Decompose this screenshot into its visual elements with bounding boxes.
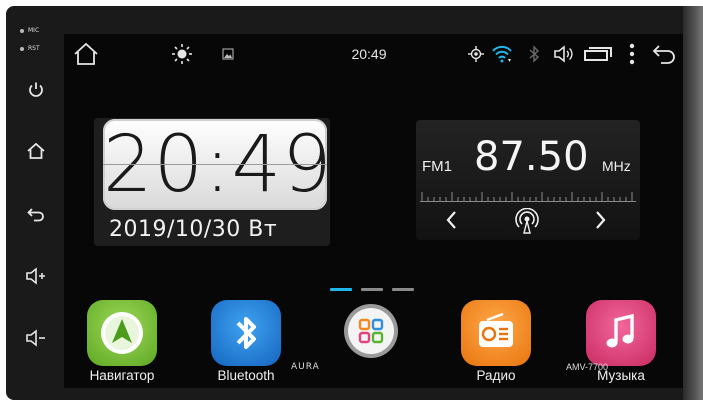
window-button[interactable] <box>582 42 614 66</box>
page-dot[interactable] <box>361 288 383 291</box>
navigation-icon <box>87 300 157 366</box>
radio-widget[interactable]: FM1 87.50 MHz <box>416 120 640 240</box>
app-navigator[interactable]: Навигатор <box>87 300 157 383</box>
gallery-button[interactable] <box>218 42 238 66</box>
radio-scan-button[interactable] <box>512 207 542 234</box>
home-icon <box>27 142 45 159</box>
back-icon <box>27 208 44 222</box>
wifi-indicator <box>490 42 514 66</box>
volume-up-icon <box>26 267 45 285</box>
app-drawer[interactable] <box>336 300 406 366</box>
clock-face: 20:49 <box>103 119 333 210</box>
head-unit: MIC RST 20:49 20:49 2019/10/30 Вт FM1 87… <box>6 6 703 400</box>
page-dot-active[interactable] <box>330 288 352 291</box>
status-time: 20:49 <box>351 46 387 62</box>
radio-next-button[interactable] <box>592 210 612 232</box>
power-icon <box>29 82 43 97</box>
app-label: Радио <box>476 368 516 383</box>
menu-button[interactable] <box>626 42 638 66</box>
app-label: Навигатор <box>89 368 155 383</box>
radio-icon <box>461 300 531 366</box>
apps-grid-icon <box>336 300 406 366</box>
hw-back-button[interactable] <box>22 202 50 226</box>
reset-label[interactable]: RST <box>28 45 40 52</box>
radio-frequency: 87.50 <box>474 134 589 180</box>
wifi-icon <box>492 45 512 63</box>
app-bluetooth[interactable]: Bluetooth <box>211 300 281 383</box>
volume-down-icon <box>26 329 45 347</box>
home-icon <box>74 42 98 65</box>
gps-indicator <box>466 42 486 66</box>
app-music[interactable]: Музыка <box>586 300 656 383</box>
status-bar: 20:49 <box>64 34 683 74</box>
radio-unit: MHz <box>602 158 631 174</box>
brand-logo: AURA <box>291 362 320 372</box>
menu-icon <box>629 43 635 65</box>
bluetooth-icon <box>211 300 281 366</box>
radio-band: FM1 <box>422 158 452 175</box>
clock-date: 2019/10/30 Вт <box>109 217 278 242</box>
chevron-right-icon <box>596 211 606 229</box>
reset-indicator <box>20 47 24 51</box>
app-label: Bluetooth <box>217 368 275 383</box>
frequency-scale <box>420 192 636 202</box>
android-screen: 20:49 20:49 2019/10/30 Вт FM1 87.50 MHz … <box>64 34 683 388</box>
back-icon <box>652 45 675 64</box>
volume-button[interactable] <box>552 42 576 66</box>
page-dot[interactable] <box>392 288 414 291</box>
mic-label: MIC <box>28 27 40 34</box>
gallery-icon <box>222 48 234 60</box>
music-icon <box>586 300 656 366</box>
bluetooth-indicator <box>526 42 542 66</box>
page-indicator <box>330 288 420 294</box>
bluetooth-icon <box>529 45 540 63</box>
home-button[interactable] <box>72 42 100 66</box>
app-radio[interactable]: Радио <box>461 300 531 383</box>
radio-prev-button[interactable] <box>444 210 464 232</box>
volume-up-button[interactable] <box>22 264 50 288</box>
power-button[interactable] <box>22 78 50 102</box>
volume-down-button[interactable] <box>22 326 50 350</box>
antenna-icon <box>515 207 539 234</box>
back-button[interactable] <box>650 42 678 66</box>
brightness-icon <box>172 44 192 64</box>
clock-time: 20:49 <box>103 120 333 210</box>
volume-icon <box>554 45 573 63</box>
mic-indicator <box>20 29 24 33</box>
bezel-edge <box>683 6 703 400</box>
chevron-left-icon <box>446 211 456 229</box>
clock-flip-divider <box>103 164 327 165</box>
gps-icon <box>468 46 484 62</box>
hardware-side-panel: MIC RST <box>6 6 64 400</box>
hw-home-button[interactable] <box>22 139 50 163</box>
model-label: AMV-7700 <box>566 362 609 372</box>
brightness-button[interactable] <box>170 42 194 66</box>
window-icon <box>584 47 612 61</box>
